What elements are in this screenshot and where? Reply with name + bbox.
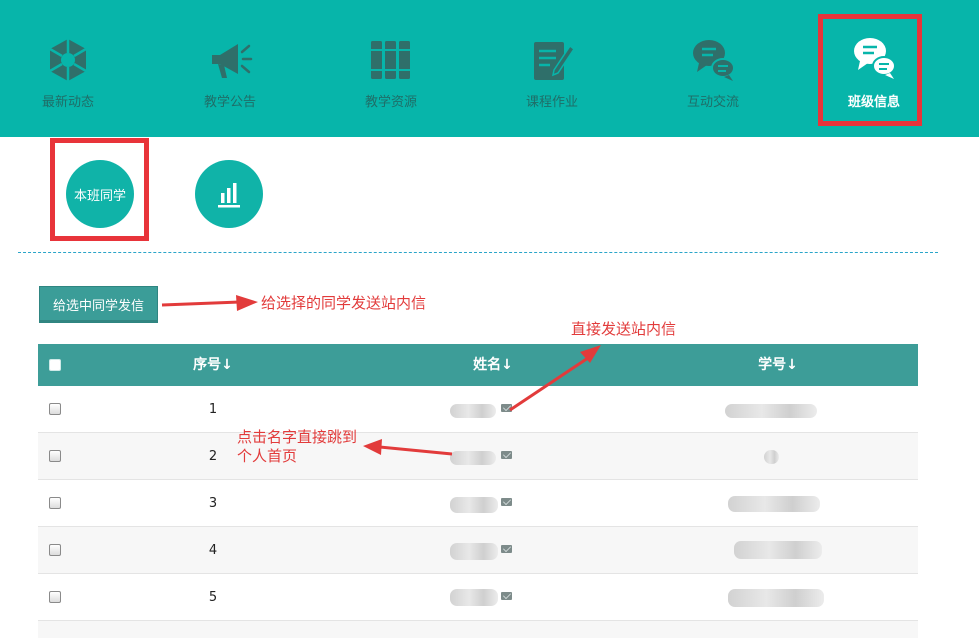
nav-label: 教学资源 bbox=[364, 95, 417, 110]
student-id-redacted bbox=[728, 589, 824, 607]
send-to-selected-button[interactable]: 给选中同学发信 bbox=[39, 286, 158, 323]
nav-label: 教学公告 bbox=[203, 95, 256, 110]
header-student-id[interactable]: 学号↓ bbox=[743, 344, 813, 386]
edit-note-icon bbox=[534, 42, 576, 80]
classmates-tab-label: 本班同学 bbox=[73, 188, 126, 204]
send-button-label: 给选中同学发信 bbox=[52, 299, 144, 314]
table-header: 序号↓ 姓名↓ 学号↓ bbox=[38, 344, 918, 386]
row-index: 4 bbox=[208, 543, 218, 558]
mail-icon[interactable] bbox=[501, 451, 512, 459]
nav-item-discussion[interactable]: 互动交流 bbox=[633, 0, 793, 137]
header-name[interactable]: 姓名↓ bbox=[463, 344, 523, 386]
nav-item-homework[interactable]: 课程作业 bbox=[472, 0, 632, 137]
nav-item-latest-news[interactable]: 最新动态 bbox=[0, 0, 148, 137]
table-row: 5 bbox=[38, 574, 918, 621]
megaphone-icon bbox=[212, 44, 253, 78]
books-icon bbox=[371, 41, 410, 79]
table-body: 1 2 3 4 5 bbox=[38, 386, 918, 638]
student-name-link[interactable] bbox=[450, 386, 520, 433]
mail-icon[interactable] bbox=[501, 592, 512, 600]
name-redacted bbox=[450, 589, 498, 606]
table-row bbox=[38, 621, 918, 638]
mail-icon[interactable] bbox=[501, 498, 512, 506]
name-redacted bbox=[450, 543, 498, 560]
chat-bubbles-icon bbox=[854, 38, 896, 79]
student-name-link[interactable] bbox=[450, 527, 520, 574]
row-checkbox[interactable] bbox=[49, 497, 61, 509]
classmates-tab[interactable]: 本班同学 bbox=[66, 160, 134, 228]
section-divider bbox=[18, 252, 938, 253]
nav-label: 课程作业 bbox=[525, 95, 578, 110]
name-redacted bbox=[450, 451, 496, 465]
statistics-tab[interactable] bbox=[195, 160, 263, 228]
student-id-redacted bbox=[728, 496, 820, 512]
top-navigation: 最新动态 教学公告 教学资源 课程作业 互动交流 班级信息 bbox=[0, 0, 979, 137]
row-checkbox[interactable] bbox=[49, 450, 61, 462]
nav-item-class-info[interactable]: 班级信息 bbox=[794, 0, 954, 137]
annotation-send-selected: 给选择的同学发送站内信 bbox=[261, 294, 427, 312]
annotation-click-name-line2: 个人首页 bbox=[237, 447, 298, 465]
row-checkbox[interactable] bbox=[49, 403, 61, 415]
annotation-click-name-line1: 点击名字直接跳到 bbox=[237, 428, 358, 446]
row-index: 3 bbox=[208, 496, 218, 511]
table-row: 4 bbox=[38, 527, 918, 574]
name-redacted bbox=[450, 497, 498, 513]
nav-label: 最新动态 bbox=[41, 95, 94, 110]
bar-chart-icon bbox=[218, 183, 240, 208]
annotation-send-direct: 直接发送站内信 bbox=[571, 320, 677, 338]
student-id-redacted bbox=[764, 450, 779, 464]
student-name-link[interactable] bbox=[450, 480, 520, 527]
select-all-checkbox[interactable] bbox=[49, 359, 61, 371]
nav-label: 班级信息 bbox=[847, 95, 900, 110]
page: 最新动态 教学公告 教学资源 课程作业 互动交流 班级信息 本班同学 给选中同学… bbox=[0, 0, 979, 638]
name-redacted bbox=[450, 404, 496, 418]
classmates-table: 序号↓ 姓名↓ 学号↓ 1 2 3 4 5 bbox=[38, 344, 918, 638]
nav-label: 互动交流 bbox=[686, 95, 739, 110]
header-index[interactable]: 序号↓ bbox=[183, 344, 243, 386]
row-index: 1 bbox=[208, 402, 218, 417]
nav-item-announcements[interactable]: 教学公告 bbox=[150, 0, 310, 137]
mail-icon[interactable] bbox=[501, 545, 512, 553]
puzzle-icon bbox=[49, 39, 87, 81]
student-name-link[interactable] bbox=[450, 433, 520, 480]
row-checkbox[interactable] bbox=[49, 591, 61, 603]
row-index: 2 bbox=[208, 449, 218, 464]
mail-icon[interactable] bbox=[501, 404, 512, 412]
student-name-link[interactable] bbox=[450, 574, 520, 621]
row-checkbox[interactable] bbox=[49, 544, 61, 556]
table-row: 1 bbox=[38, 386, 918, 433]
table-row: 3 bbox=[38, 480, 918, 527]
row-index: 5 bbox=[208, 590, 218, 605]
chat-bubbles-icon bbox=[693, 40, 735, 81]
student-id-redacted bbox=[725, 404, 817, 418]
arrow-send-selected bbox=[161, 295, 258, 311]
nav-item-resources[interactable]: 教学资源 bbox=[311, 0, 471, 137]
table-row: 2 bbox=[38, 433, 918, 480]
student-id-redacted bbox=[734, 541, 822, 559]
